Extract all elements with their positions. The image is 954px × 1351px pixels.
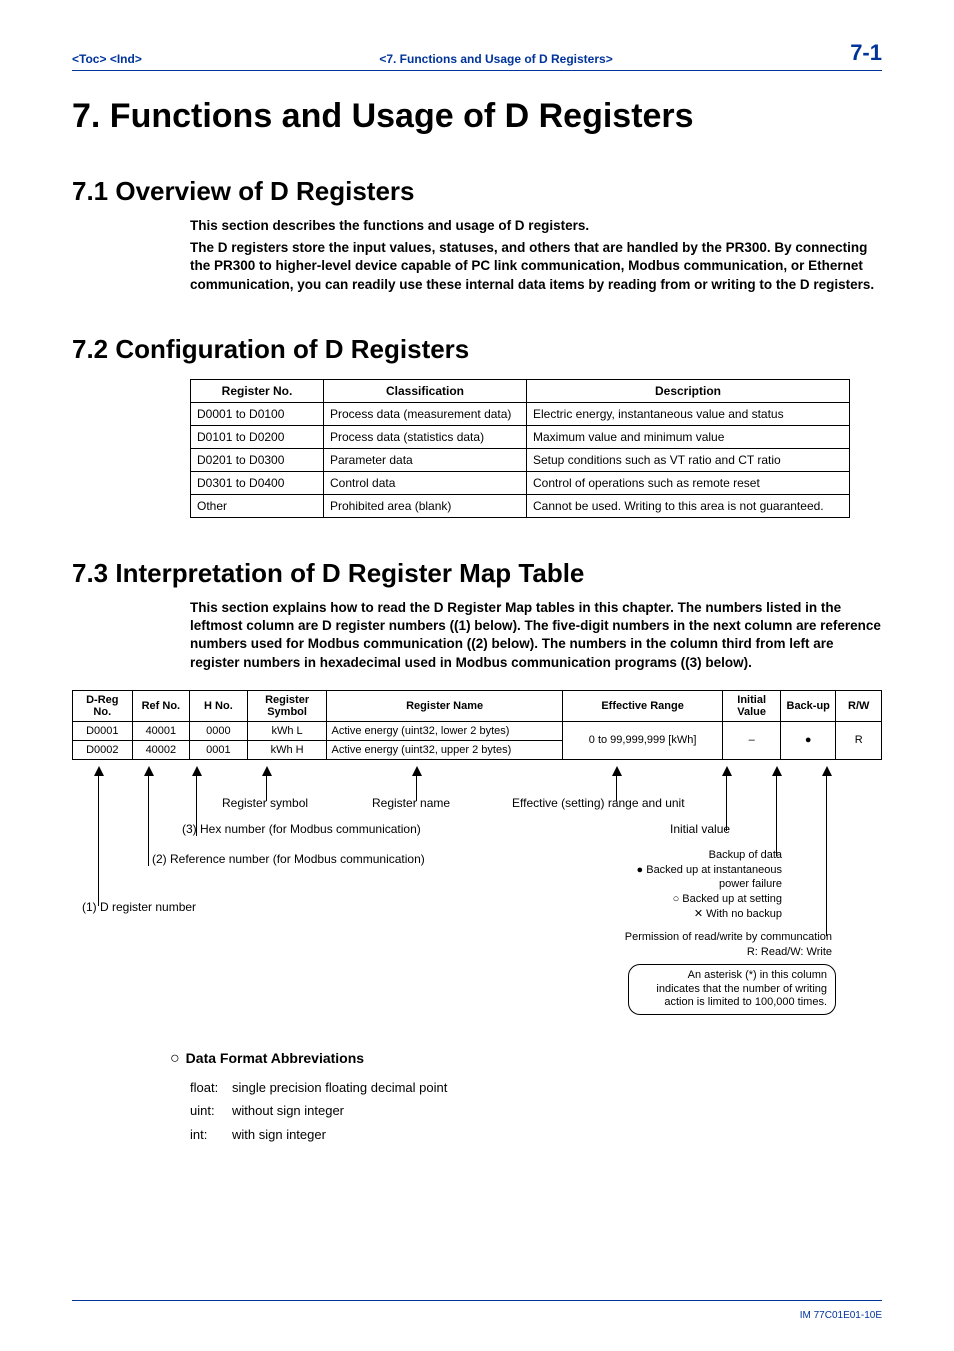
ind-link[interactable]: <Ind> [110, 52, 142, 66]
map-th-init: Initial Value [723, 690, 781, 721]
anno-effective-range: Effective (setting) range and unit [512, 796, 685, 810]
table-row: D0201 to D0300Parameter dataSetup condit… [191, 448, 850, 471]
page-number: 7-1 [850, 40, 882, 66]
anno-dreg-number: (1) D register number [82, 900, 196, 914]
table-row: OtherProhibited area (blank)Cannot be us… [191, 494, 850, 517]
section-7-3-title: 7.3 Interpretation of D Register Map Tab… [72, 558, 882, 589]
footer-doc-id: IM 77C01E01-10E [800, 1310, 882, 1321]
footer-rule [72, 1300, 882, 1301]
section-7-2-title: 7.2 Configuration of D Registers [72, 334, 882, 365]
anno-asterisk-note: An asterisk (*) in this column indicates… [628, 964, 836, 1015]
page-header: <Toc> <Ind> <7. Functions and Usage of D… [72, 40, 882, 66]
anno-backup-legend: Backup of data ● Backed up at instantane… [632, 848, 782, 922]
ring-icon: ○ [170, 1050, 180, 1068]
anno-register-name: Register name [372, 796, 450, 810]
map-th-range: Effective Range [562, 690, 723, 721]
map-th-dreg: D-Reg No. [73, 690, 133, 721]
format-list: float:single precision floating decimal … [190, 1076, 882, 1146]
anno-hex-number: (3) Hex number (for Modbus communication… [182, 822, 421, 836]
register-map-table: D-Reg No. Ref No. H No. Register Symbol … [72, 690, 882, 760]
map-th-sym: Register Symbol [247, 690, 327, 721]
anno-register-symbol: Register symbol [222, 796, 308, 810]
anno-initial-value: Initial value [670, 822, 730, 836]
annotation-diagram: Register symbol Register name Effective … [72, 760, 882, 1020]
section-7-1-p2: The D registers store the input values, … [190, 239, 882, 294]
header-rule [72, 70, 882, 71]
config-table: Register No. Classification Description … [190, 379, 850, 518]
arrow-icon [94, 766, 104, 906]
section-7-1-p1: This section describes the functions and… [190, 217, 882, 235]
map-th-backup: Back-up [780, 690, 836, 721]
list-item: float:single precision floating decimal … [190, 1076, 882, 1099]
table-row: D0301 to D0400Control dataControl of ope… [191, 471, 850, 494]
header-chapter: <7. Functions and Usage of D Registers> [379, 52, 612, 66]
map-th-name: Register Name [327, 690, 562, 721]
chapter-title: 7. Functions and Usage of D Registers [72, 97, 882, 136]
map-th-hno: H No. [190, 690, 248, 721]
config-th-desc: Description [527, 379, 850, 402]
arrow-icon [144, 766, 154, 866]
anno-rw-legend: Permission of read/write by communcation… [588, 930, 832, 960]
arrow-icon [772, 766, 782, 856]
table-row: D0001 to D0100Process data (measurement … [191, 402, 850, 425]
list-item: int:with sign integer [190, 1123, 882, 1146]
section-7-3-p1: This section explains how to read the D … [190, 599, 882, 672]
arrow-icon [822, 766, 832, 936]
toc-link[interactable]: <Toc> [72, 52, 106, 66]
config-th-class: Classification [324, 379, 527, 402]
data-format-heading: ○Data Format Abbreviations [170, 1050, 882, 1068]
anno-ref-number: (2) Reference number (for Modbus communi… [152, 852, 425, 866]
table-row: D0001 40001 0000 kWh L Active energy (ui… [73, 721, 882, 740]
list-item: uint:without sign integer [190, 1099, 882, 1122]
config-th-regno: Register No. [191, 379, 324, 402]
map-th-rw: R/W [836, 690, 882, 721]
table-row: D0101 to D0200Process data (statistics d… [191, 425, 850, 448]
section-7-1-title: 7.1 Overview of D Registers [72, 176, 882, 207]
map-th-ref: Ref No. [132, 690, 190, 721]
